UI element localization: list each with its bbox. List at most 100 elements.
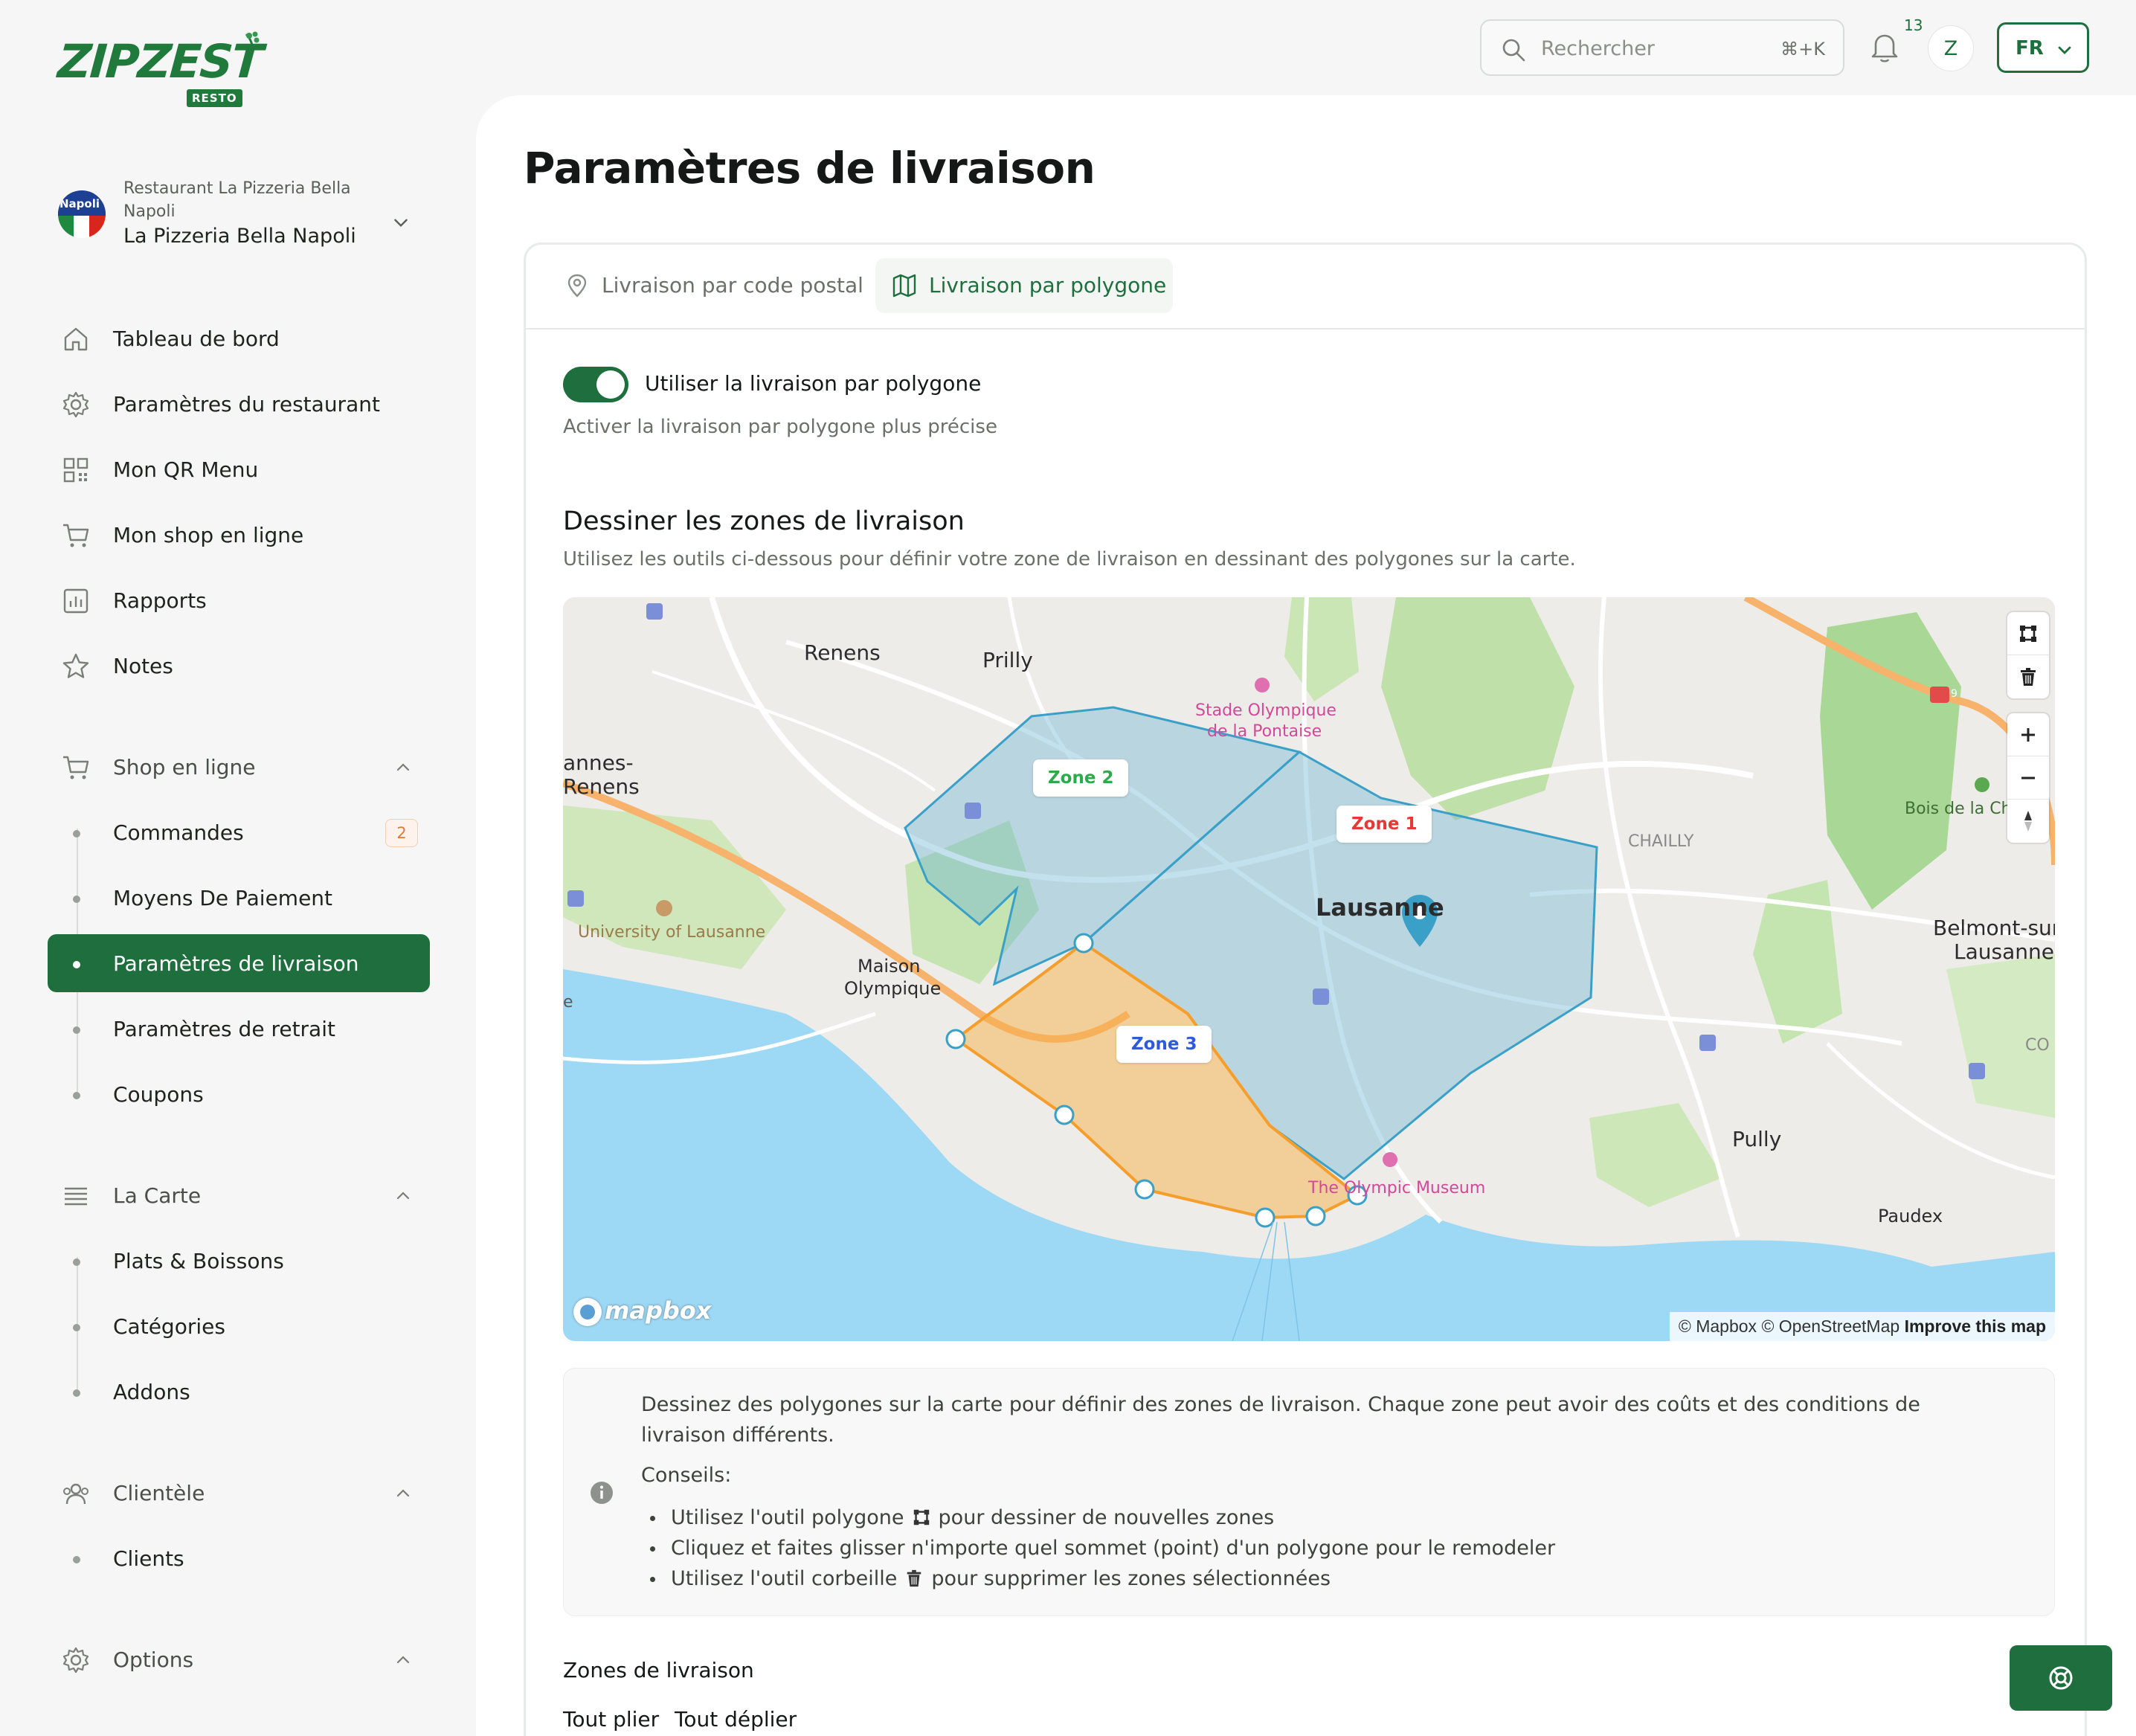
nav-delivery-settings[interactable]: Paramètres de livraison <box>48 934 430 992</box>
nav-label: Paramètres du restaurant <box>113 391 380 417</box>
chevron-down-icon <box>394 219 408 228</box>
place-label: Renens <box>563 774 640 799</box>
nav-restaurant-settings[interactable]: Paramètres du restaurant <box>48 375 430 433</box>
zone-3-label[interactable]: Zone 3 <box>1116 1026 1212 1063</box>
mapbox-logo[interactable]: mapbox <box>573 1296 711 1331</box>
nav-orders[interactable]: Commandes 2 <box>48 803 430 861</box>
place-label: Paudex <box>1878 1206 1943 1227</box>
place-label: de la Pontaise <box>1207 722 1322 741</box>
nav-payment-methods[interactable]: Moyens De Paiement <box>48 869 430 927</box>
map-attribution: © Mapbox © OpenStreetMap Improve this ma… <box>1669 1312 2055 1341</box>
nav-section-label: La Carte <box>113 1183 202 1208</box>
nav-pickup-settings[interactable]: Paramètres de retrait <box>48 1000 430 1058</box>
attribution-mapbox[interactable]: © Mapbox <box>1679 1317 1757 1336</box>
nav-label: Paramètres de retrait <box>113 1016 335 1041</box>
place-label: Prilly <box>982 648 1033 672</box>
tab-label: Livraison par polygone <box>929 273 1167 298</box>
restaurant-switcher[interactable]: Napoli Restaurant La Pizzeria Bella Napo… <box>58 177 415 251</box>
place-label: Stade Olympique <box>1195 701 1336 720</box>
tip-item: Cliquez et faites glisser n'importe quel… <box>641 1533 1555 1563</box>
toggle-label: Utiliser la livraison par polygone <box>645 371 982 396</box>
chart-icon <box>63 588 89 614</box>
toggle-description: Activer la livraison par polygone plus p… <box>563 416 997 438</box>
delivery-map[interactable]: Renens Prilly annes- Renens Stade Olympi… <box>563 597 2055 1341</box>
zone-1-label[interactable]: Zone 1 <box>1336 806 1432 843</box>
zoom-in-icon <box>2021 727 2035 742</box>
polygon-tool-icon <box>2020 625 2036 642</box>
nav-section-options[interactable]: Options <box>48 1630 430 1688</box>
nav-categories[interactable]: Catégories <box>48 1297 430 1355</box>
brand-badge: RESTO <box>187 89 242 107</box>
bullet-dot <box>73 830 80 838</box>
zone-2-label[interactable]: Zone 2 <box>1033 759 1129 797</box>
tip-item: Utilisez l'outil polygone pour dessiner d… <box>641 1502 1555 1533</box>
attribution-osm[interactable]: © OpenStreetMap <box>1761 1317 1899 1336</box>
sidebar: ZIPZEST RESTO Napoli Restaurant La Pizze… <box>0 0 476 1736</box>
navigation-controls <box>2007 713 2049 843</box>
search-input[interactable]: Rechercher ⌘+K <box>1480 19 1844 76</box>
place-label: Maison <box>858 956 921 977</box>
place-label: CHAILLY <box>1628 832 1694 851</box>
nav-label: Paramètres de livraison <box>113 951 359 976</box>
language-select[interactable]: FR <box>1997 22 2089 73</box>
tab-polygon[interactable]: Livraison par polygone <box>875 258 1173 313</box>
map-icon <box>892 274 916 298</box>
nav-label: Moyens De Paiement <box>113 885 333 910</box>
place-label: Lausanne <box>1954 939 2054 964</box>
notification-count: 13 <box>1904 16 1923 34</box>
tip-item: Utilisez l'outil corbeille pour supprimer… <box>641 1563 1555 1594</box>
delivery-zones-title: Zones de livraison <box>563 1658 754 1682</box>
chevron-down-icon <box>2058 46 2071 54</box>
expand-all-button[interactable]: Tout déplier <box>675 1707 797 1732</box>
collapse-all-button[interactable]: Tout plier <box>563 1707 659 1732</box>
main-panel: Paramètres de livraison Livraison par co… <box>476 95 2136 1736</box>
nav-qr-menu[interactable]: Mon QR Menu <box>48 440 430 498</box>
place-label: Pully <box>1732 1127 1782 1151</box>
nav-section-label: Shop en ligne <box>113 754 256 779</box>
restaurant-name: La Pizzeria Bella Napoli <box>123 225 356 248</box>
road-shield: 9 <box>1951 688 1958 700</box>
lifebuoy-icon <box>2049 1666 2073 1690</box>
compass-button[interactable] <box>2007 800 2049 843</box>
trash-icon <box>2021 668 2036 686</box>
place-label: University of Lausanne <box>578 923 766 942</box>
nav-coupons[interactable]: Coupons <box>48 1065 430 1123</box>
polygon-tool-button[interactable] <box>2007 612 2049 655</box>
tips-list: Utilisez l'outil polygone pour dessiner d… <box>641 1502 1555 1594</box>
bullet-dot <box>73 1092 80 1099</box>
nav-dishes-drinks[interactable]: Plats & Boissons <box>48 1232 430 1290</box>
polygon-tool-icon <box>913 1509 929 1526</box>
draw-zones-title: Dessiner les zones de livraison <box>563 507 965 536</box>
bell-icon[interactable] <box>1868 30 1901 64</box>
star-icon <box>62 653 89 678</box>
cart-icon <box>63 756 89 779</box>
user-avatar[interactable]: Z <box>1928 25 1974 71</box>
page-title: Paramètres de livraison <box>524 143 1096 193</box>
trash-icon <box>907 1569 921 1587</box>
gear-icon <box>62 1647 89 1674</box>
nav-section-carte[interactable]: La Carte <box>48 1166 430 1224</box>
zoom-out-button[interactable] <box>2007 756 2049 800</box>
nav-online-shop[interactable]: Mon shop en ligne <box>48 506 430 564</box>
nav-addons[interactable]: Addons <box>48 1363 430 1421</box>
improve-map-link[interactable]: Improve this map <box>1905 1317 2046 1336</box>
map-pin-icon <box>567 274 587 298</box>
nav-section-shop[interactable]: Shop en ligne <box>48 738 430 796</box>
polygon-delivery-toggle[interactable] <box>563 367 628 402</box>
qr-code-icon <box>63 457 89 483</box>
nav-notes[interactable]: Notes <box>48 637 430 695</box>
chevron-up-icon <box>396 1192 410 1200</box>
nav-reports[interactable]: Rapports <box>48 571 430 629</box>
help-button[interactable] <box>2010 1645 2112 1711</box>
trash-tool-button[interactable] <box>2007 655 2049 698</box>
orders-count-badge: 2 <box>385 819 418 847</box>
bullet-dot <box>73 1556 80 1563</box>
nav-clients[interactable]: Clients <box>48 1529 430 1587</box>
nav-dashboard[interactable]: Tableau de bord <box>48 309 430 367</box>
zoom-in-button[interactable] <box>2007 713 2049 756</box>
restaurant-avatar: Napoli <box>58 190 106 238</box>
brand-logo[interactable]: ZIPZEST RESTO <box>56 31 266 109</box>
home-icon <box>64 327 88 351</box>
tab-postal-code[interactable]: Livraison par code postal <box>548 258 863 313</box>
nav-section-clientele[interactable]: Clientèle <box>48 1464 430 1522</box>
